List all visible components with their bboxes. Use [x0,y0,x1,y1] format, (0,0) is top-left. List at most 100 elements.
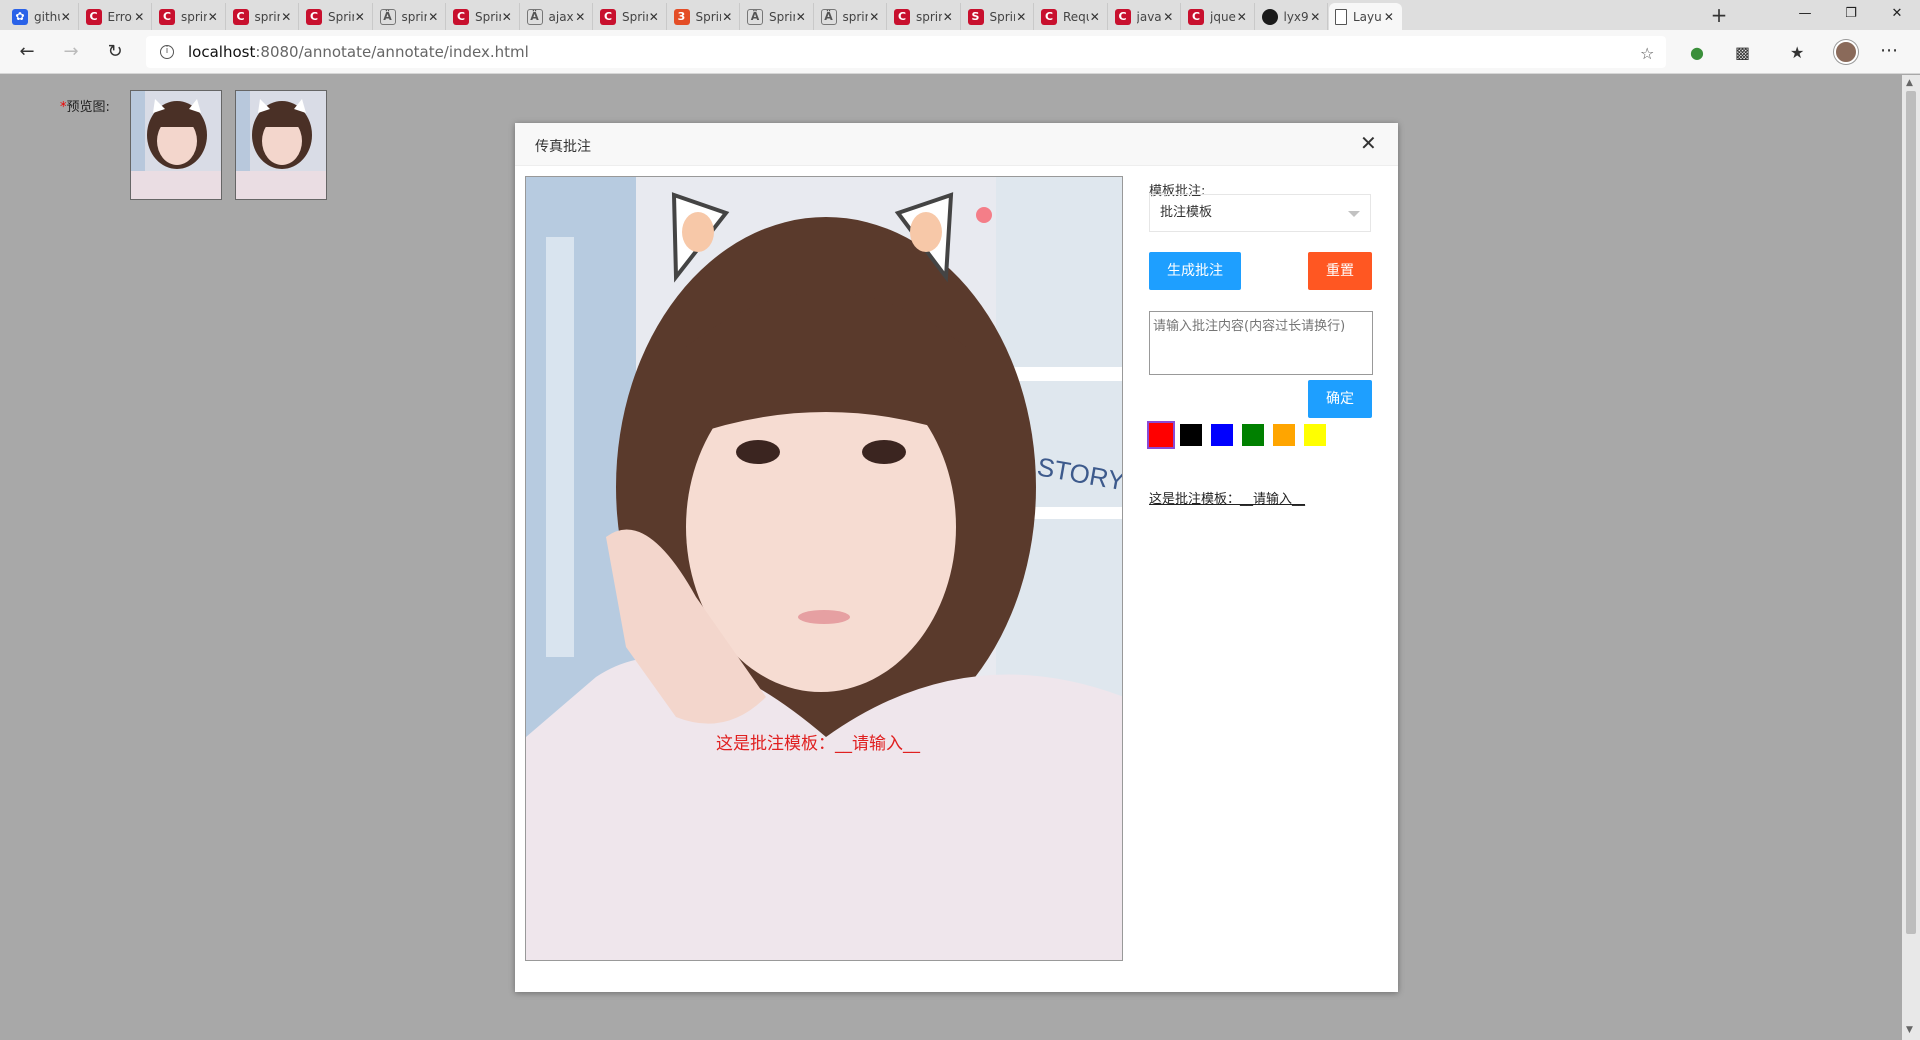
c-icon: C [1114,8,1131,25]
dialog-title: 传真批注 [535,139,591,155]
tab-title: sprin [842,9,869,24]
browser-tab[interactable]: Äsprin ✕ [815,3,887,30]
scroll-down-icon[interactable]: ▼ [1906,1025,1913,1035]
browser-tab[interactable]: Csprin ✕ [153,3,226,30]
orange-icon: 3 [673,8,690,25]
annotation-overlay-text[interactable]: 这是批注模板：__请输入__ [716,729,920,754]
close-window-button[interactable]: ✕ [1874,0,1920,30]
color-swatch[interactable] [1273,424,1295,446]
tab-close-icon[interactable]: ✕ [207,10,219,24]
collections-icon[interactable]: ▩ [1735,43,1750,62]
browser-tab[interactable]: Ä Sprin✕ [741,3,814,30]
forward-icon[interactable]: → [56,38,86,66]
tab-close-icon[interactable]: ✕ [1089,10,1101,24]
annotate-dialog: 传真批注 ✕ STORY 这是批注模板：__请输入__ 模板批注: 批注模板 生… [515,123,1398,992]
browser-tab[interactable]: Csprin ✕ [888,3,961,30]
url-path: :8080/annotate/annotate/index.html [255,43,529,61]
color-swatch[interactable] [1211,424,1233,446]
browser-tab[interactable]: Cjava ✕ [1109,3,1181,30]
close-icon[interactable]: ✕ [1360,133,1377,153]
annotation-textarea[interactable] [1149,311,1373,375]
browser-tab[interactable]: lyx9 ✕ [1256,3,1328,30]
browser-tab[interactable]: C Requ✕ [1035,3,1108,30]
tab-close-icon[interactable]: ✕ [1015,10,1027,24]
color-swatch[interactable] [1304,424,1326,446]
favorites-list-icon[interactable]: ★ [1790,43,1804,62]
browser-tab[interactable]: C Sprin✕ [300,3,373,30]
color-swatch[interactable] [1242,424,1264,446]
tab-close-icon[interactable]: ✕ [1236,10,1248,24]
browser-tab[interactable]: Csprin ✕ [227,3,299,30]
tab-title: Sprin [475,9,501,24]
scrollbar-thumb[interactable] [1906,91,1916,934]
browser-tab[interactable]: C Error✕ [80,3,152,30]
jianshu-icon: Ä [820,8,837,25]
browser-tab[interactable]: ✿ githu✕ [6,3,79,30]
tab-close-icon[interactable]: ✕ [427,10,439,24]
preview-thumbnail[interactable] [130,90,222,200]
tab-close-icon[interactable]: ✕ [868,10,880,24]
c-icon: C [85,8,102,25]
tab-close-icon[interactable]: ✕ [60,10,72,24]
c-icon: C [600,8,616,25]
tab-title: Sprin [769,9,795,24]
tab-close-icon[interactable]: ✕ [795,10,807,24]
confirm-button[interactable]: 确定 [1308,380,1372,418]
tab-close-icon[interactable]: ✕ [574,10,586,24]
c-icon: C [1188,8,1204,25]
favorite-star-icon[interactable]: ☆ [1640,44,1654,63]
browser-tab[interactable]: C Sprin✕ [594,3,667,30]
tab-close-icon[interactable]: ✕ [133,10,145,24]
tab-close-icon[interactable]: ✕ [648,10,660,24]
back-icon[interactable]: ← [12,38,42,66]
tab-close-icon[interactable]: ✕ [721,10,733,24]
scroll-up-icon[interactable]: ▲ [1906,78,1913,88]
tab-close-icon[interactable]: ✕ [1309,10,1321,24]
tab-title: githu [34,9,60,24]
c-icon: C [306,8,322,25]
dialog-header: 传真批注 ✕ [515,123,1398,166]
tab-close-icon[interactable]: ✕ [501,10,513,24]
address-bar[interactable]: i localhost:8080/annotate/annotate/index… [146,36,1666,68]
profile-avatar[interactable] [1834,40,1858,64]
chevron-down-icon [1348,211,1360,217]
extension-globe-icon[interactable]: ● [1690,43,1704,62]
tab-title: Requ [1063,9,1089,24]
color-swatch[interactable] [1149,423,1173,447]
minimize-button[interactable]: — [1782,0,1828,30]
browser-tab[interactable]: Cjque ✕ [1182,3,1255,30]
info-icon[interactable]: i [160,45,174,59]
url-host: localhost [188,43,256,61]
tab-title: lyx9 [1283,9,1309,24]
generate-annotation-button[interactable]: 生成批注 [1149,252,1241,290]
tab-close-icon[interactable]: ✕ [942,10,954,24]
fax-image-canvas[interactable]: STORY 这是批注模板：__请输入__ [525,176,1123,961]
browser-tab[interactable]: Äajax ✕ [521,3,593,30]
jianshu-icon: Ä [747,8,763,25]
browser-tab[interactable]: C Sprin✕ [447,3,520,30]
more-menu-icon[interactable]: ⋯ [1880,40,1899,61]
c-icon: C [232,8,249,25]
tab-close-icon[interactable]: ✕ [280,10,292,24]
refresh-icon[interactable]: ↻ [100,38,130,66]
restore-button[interactable]: ❐ [1828,0,1874,30]
page-scrollbar[interactable]: ▲ ▼ [1902,75,1920,1040]
new-tab-button[interactable]: + [1706,4,1732,28]
color-swatch[interactable] [1180,424,1202,446]
browser-tab[interactable]: S Sprin✕ [962,3,1034,30]
template-select[interactable]: 批注模板 [1149,194,1371,232]
browser-tab[interactable]: Äsprin ✕ [374,3,446,30]
page-icon [1335,8,1347,25]
preview-thumbnail[interactable] [235,90,327,200]
tab-close-icon[interactable]: ✕ [354,10,366,24]
tab-close-icon[interactable]: ✕ [1382,10,1395,24]
tab-title: sprin [401,9,428,24]
browser-tab[interactable]: Layu ✕ [1329,3,1402,30]
reset-button[interactable]: 重置 [1308,252,1372,290]
browser-tab[interactable]: 3 Sprin✕ [668,3,740,30]
template-item-link[interactable]: 这是批注模板：__请输入__ [1149,488,1305,507]
tab-title: jque [1210,9,1236,24]
tab-title: ajax [548,9,574,24]
tab-close-icon[interactable]: ✕ [1162,10,1174,24]
tab-title: Layu [1353,9,1382,24]
